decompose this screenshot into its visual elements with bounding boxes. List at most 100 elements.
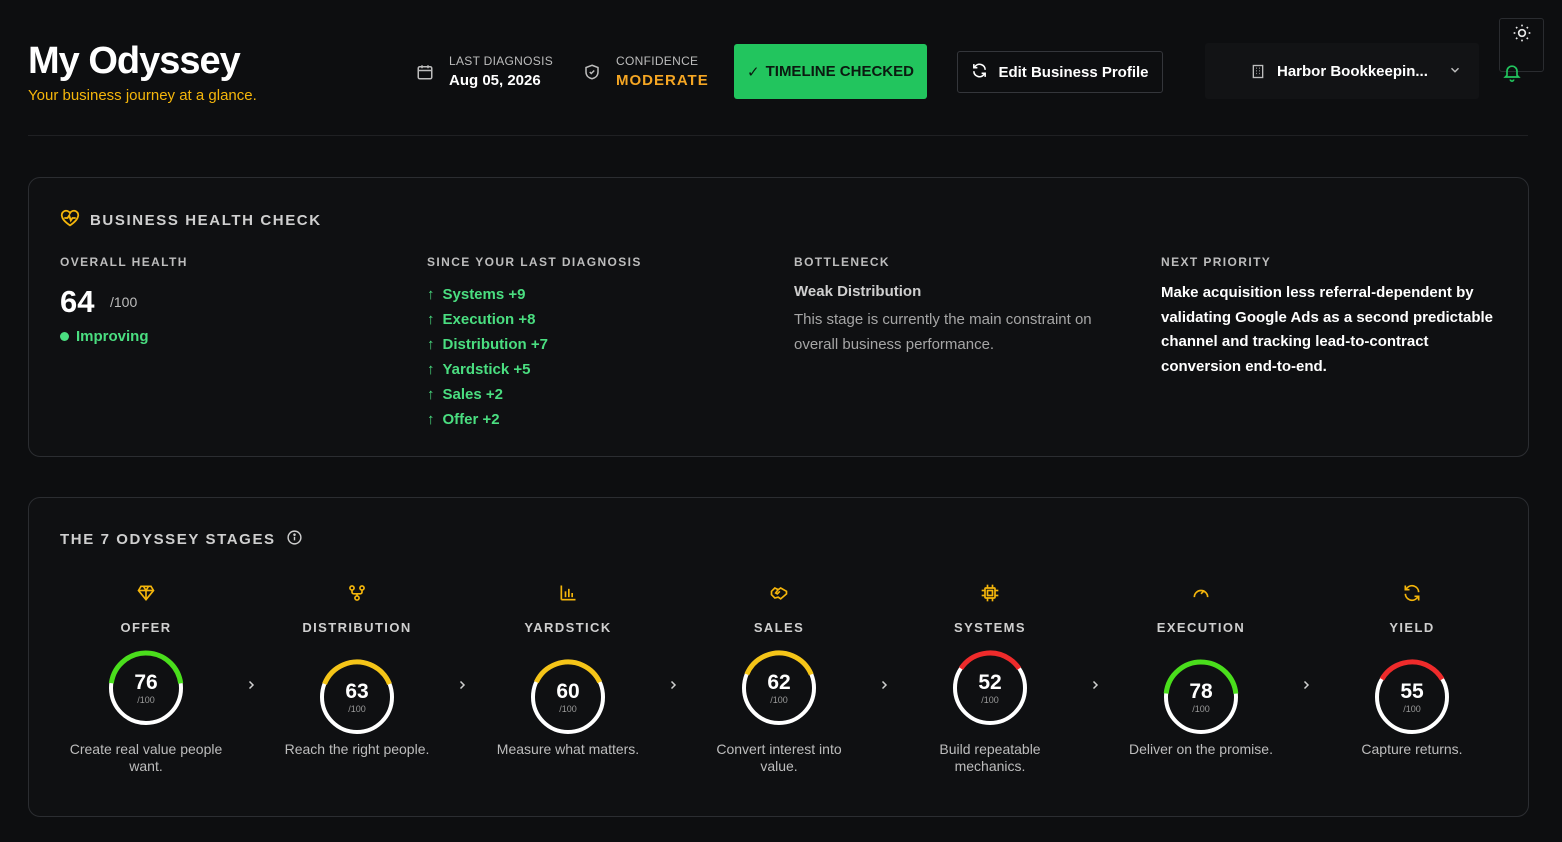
stage-distribution[interactable]: DISTRIBUTION 63/100 Reach the right people… xyxy=(267,583,447,783)
stage-description: Measure what matters. xyxy=(496,741,640,757)
stage-name: SALES xyxy=(753,620,805,635)
overall-health-label: OVERALL HEALTH xyxy=(60,255,188,269)
stage-score: 63 xyxy=(345,680,369,703)
stage-yardstick[interactable]: YARDSTICK 60/100 Measure what matters. xyxy=(478,583,658,783)
stage-name: EXECUTION xyxy=(1156,620,1246,635)
overall-health-max: /100 xyxy=(110,294,138,310)
bar-chart-icon xyxy=(478,583,658,605)
refresh-icon xyxy=(971,62,988,83)
confidence-label: CONFIDENCE xyxy=(616,54,699,68)
score-gauge: 62/100 xyxy=(739,648,819,728)
chevron-down-icon xyxy=(1448,63,1462,81)
stage-execution[interactable]: EXECUTION 78/100 Deliver on the promise. xyxy=(1111,583,1291,783)
stage-yield[interactable]: YIELD 55/100 Capture returns. xyxy=(1322,583,1502,783)
next-priority-label: NEXT PRIORITY xyxy=(1161,255,1272,269)
arrow-up-icon: ↑ xyxy=(427,311,435,328)
header-divider xyxy=(28,135,1528,136)
stage-name: YARDSTICK xyxy=(524,620,612,635)
stage-description: Reach the right people. xyxy=(284,741,430,757)
chevron-right-icon xyxy=(456,678,468,696)
change-item: ↑ Offer +2 xyxy=(427,407,548,432)
stage-score: 62 xyxy=(767,671,791,694)
business-name: Harbor Bookkeepin... xyxy=(1277,63,1428,80)
timeline-checked-label: TIMELINE CHECKED xyxy=(765,63,914,80)
change-text: Execution +8 xyxy=(442,311,536,328)
stages-card-title-text: THE 7 ODYSSEY STAGES xyxy=(60,531,276,548)
stage-name: DISTRIBUTION xyxy=(302,620,412,635)
stages-card-title: THE 7 ODYSSEY STAGES xyxy=(60,529,303,550)
score-gauge: 52/100 xyxy=(950,648,1030,728)
health-trend: Improving xyxy=(60,328,149,345)
page-title: My Odyssey xyxy=(28,40,241,82)
chevron-right-icon xyxy=(667,678,679,696)
score-gauge: 78/100 xyxy=(1161,657,1241,737)
overall-health-score: 64 xyxy=(60,284,95,319)
next-priority-text: Make acquisition less referral-dependent… xyxy=(1161,284,1494,375)
info-icon[interactable] xyxy=(286,529,303,550)
bottleneck-description: This stage is currently the main constra… xyxy=(794,311,1092,353)
stage-score: 78 xyxy=(1189,680,1213,703)
score-gauge: 76/100 xyxy=(106,648,186,728)
stage-offer[interactable]: OFFER 76/100 Create real value people want… xyxy=(56,583,236,783)
stage-systems[interactable]: SYSTEMS 52/100 Build repeatable mechanics. xyxy=(900,583,1080,783)
business-select[interactable]: Harbor Bookkeepin... xyxy=(1205,43,1479,99)
header: My Odyssey Your business journey at a gl… xyxy=(0,0,1562,136)
change-item: ↑ Systems +9 xyxy=(427,282,548,307)
chevron-right-icon xyxy=(878,678,890,696)
health-card-title-text: BUSINESS HEALTH CHECK xyxy=(90,211,322,229)
change-text: Sales +2 xyxy=(442,386,503,403)
stage-score: 52 xyxy=(978,671,1002,694)
bottleneck-name: Weak Distribution xyxy=(794,283,922,300)
stage-description: Build repeatable mechanics. xyxy=(939,741,1041,774)
stage-score-max: /100 xyxy=(137,695,155,705)
stage-sales[interactable]: SALES 62/100 Convert interest into value. xyxy=(689,583,869,783)
health-card-title: BUSINESS HEALTH CHECK xyxy=(60,209,322,231)
stage-score-max: /100 xyxy=(348,704,366,714)
chevron-right-icon xyxy=(1089,678,1101,696)
last-diagnosis: LAST DIAGNOSIS Aug 05, 2026 xyxy=(415,54,553,89)
bottleneck-label: BOTTLENECK xyxy=(794,255,890,269)
shield-icon xyxy=(582,62,602,82)
arrow-up-icon: ↑ xyxy=(427,386,435,403)
network-icon xyxy=(267,583,447,605)
edit-business-profile-button[interactable]: Edit Business Profile xyxy=(957,51,1163,93)
check-icon: ✓ xyxy=(747,63,760,81)
stage-score-max: /100 xyxy=(1192,704,1210,714)
calendar-icon xyxy=(415,62,435,82)
health-trend-text: Improving xyxy=(76,328,149,345)
change-text: Offer +2 xyxy=(442,411,500,428)
stage-description: Deliver on the promise. xyxy=(1129,741,1273,757)
refresh-icon xyxy=(1322,583,1502,605)
sun-icon xyxy=(1512,23,1532,48)
since-last-diagnosis-label: SINCE YOUR LAST DIAGNOSIS xyxy=(427,255,642,269)
change-text: Systems +9 xyxy=(442,286,526,303)
change-item: ↑ Yardstick +5 xyxy=(427,357,548,382)
change-item: ↑ Sales +2 xyxy=(427,382,548,407)
edit-business-profile-label: Edit Business Profile xyxy=(998,63,1149,81)
heart-pulse-icon xyxy=(60,209,80,231)
stage-name: OFFER xyxy=(120,620,172,635)
confidence-value: MODERATE xyxy=(616,72,709,89)
stage-score: 55 xyxy=(1400,680,1424,703)
stage-name: SYSTEMS xyxy=(954,620,1026,635)
arrow-up-icon: ↑ xyxy=(427,361,435,378)
arrow-up-icon: ↑ xyxy=(427,411,435,428)
confidence: CONFIDENCE MODERATE xyxy=(582,54,709,89)
stage-score-max: /100 xyxy=(981,695,999,705)
chip-icon xyxy=(900,583,1080,605)
score-gauge: 55/100 xyxy=(1372,657,1452,737)
chevron-right-icon xyxy=(1300,678,1312,696)
timeline-checked-button[interactable]: ✓ TIMELINE CHECKED xyxy=(734,44,927,99)
stage-description: Capture returns. xyxy=(1361,741,1463,757)
stage-score-max: /100 xyxy=(559,704,577,714)
score-gauge: 60/100 xyxy=(528,657,608,737)
score-gauge: 63/100 xyxy=(317,657,397,737)
stage-score: 60 xyxy=(556,680,580,703)
stage-description: Convert interest into value. xyxy=(716,741,842,774)
change-text: Distribution +7 xyxy=(442,336,548,353)
stage-score-max: /100 xyxy=(1403,704,1421,714)
odyssey-stages-card: THE 7 ODYSSEY STAGES OFFER 76/100 Create r… xyxy=(28,497,1529,817)
stage-score-max: /100 xyxy=(770,695,788,705)
bell-icon[interactable] xyxy=(1502,62,1522,87)
building-icon xyxy=(1250,63,1266,84)
